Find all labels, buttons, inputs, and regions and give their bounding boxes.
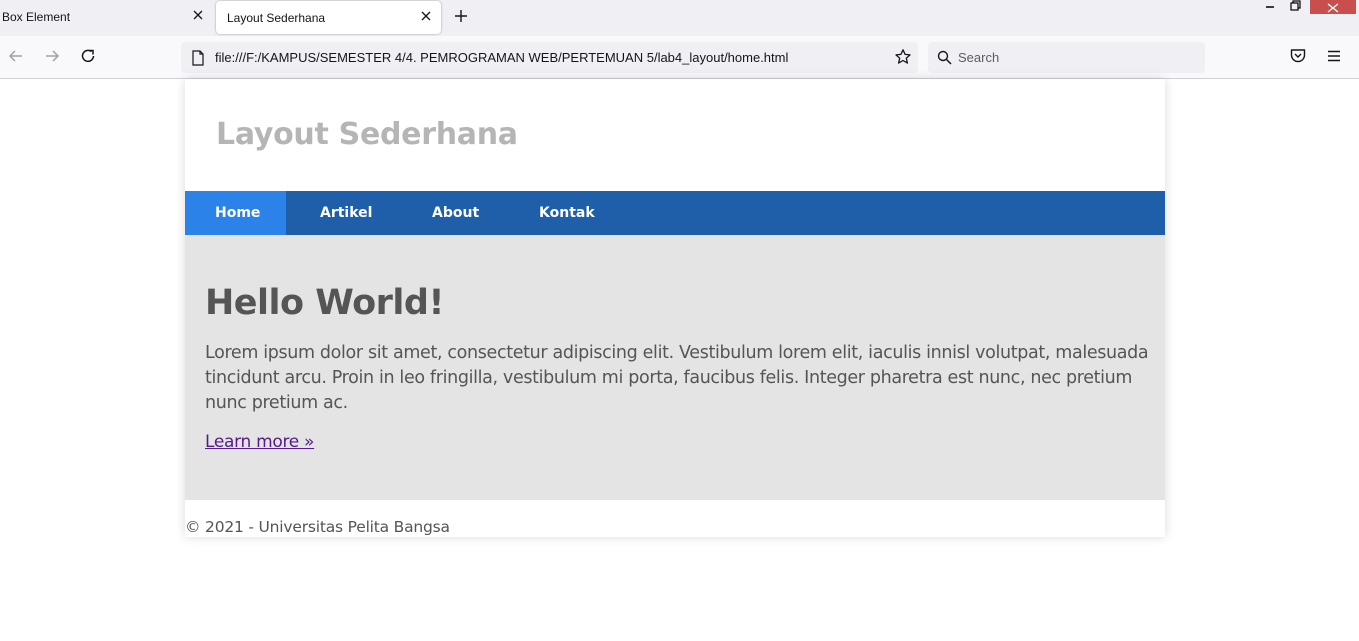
back-icon[interactable] (6, 46, 26, 66)
main-nav: Home Artikel About Kontak (185, 191, 1165, 235)
search-icon (937, 50, 952, 65)
tab-title: Box Element (2, 9, 71, 24)
close-tab-icon[interactable] (192, 9, 204, 21)
tab-layout-sederhana[interactable]: Layout Sederhana (216, 1, 441, 34)
reload-icon[interactable] (78, 46, 98, 66)
minimize-icon[interactable] (1262, 0, 1278, 14)
url-bar[interactable]: file:///F:/KAMPUS/SEMESTER 4/4. PEMROGRA… (181, 42, 918, 73)
url-text[interactable]: file:///F:/KAMPUS/SEMESTER 4/4. PEMROGRA… (215, 50, 788, 65)
tab-title: Layout Sederhana (227, 10, 326, 25)
browser-toolbar: file:///F:/KAMPUS/SEMESTER 4/4. PEMROGRA… (0, 36, 1359, 79)
window-close-button[interactable] (1310, 0, 1356, 14)
nav-home[interactable]: Home (185, 191, 286, 235)
new-tab-icon[interactable] (453, 8, 469, 24)
bookmark-star-icon[interactable] (894, 48, 912, 66)
close-icon (1327, 3, 1339, 13)
tab-box-element[interactable]: Box Element (0, 0, 213, 33)
nav-kontak[interactable]: Kontak (539, 191, 595, 235)
footer-text: © 2021 - Universitas Pelita Bangsa (185, 518, 450, 536)
search-bar[interactable]: Search (928, 42, 1205, 73)
restore-icon[interactable] (1288, 0, 1304, 14)
forward-icon[interactable] (42, 46, 62, 66)
learn-more-link[interactable]: Learn more » (205, 432, 314, 452)
hero-section: Hello World! Lorem ipsum dolor sit amet,… (185, 235, 1165, 500)
nav-about[interactable]: About (432, 191, 479, 235)
page-icon (192, 50, 204, 66)
hero-heading: Hello World! (205, 283, 444, 323)
site-title: Layout Sederhana (216, 117, 518, 152)
menu-icon[interactable] (1324, 46, 1344, 66)
hero-paragraph: Lorem ipsum dolor sit amet, consectetur … (205, 343, 1149, 413)
nav-artikel[interactable]: Artikel (320, 191, 372, 235)
pocket-icon[interactable] (1288, 46, 1308, 66)
close-tab-icon[interactable] (420, 10, 432, 22)
tab-strip: Box Element Layout Sederhana (0, 0, 1359, 36)
site-header: Layout Sederhana (185, 79, 1165, 191)
page-container: Layout Sederhana Home Artikel About Kont… (185, 79, 1165, 537)
search-input[interactable]: Search (958, 50, 999, 65)
